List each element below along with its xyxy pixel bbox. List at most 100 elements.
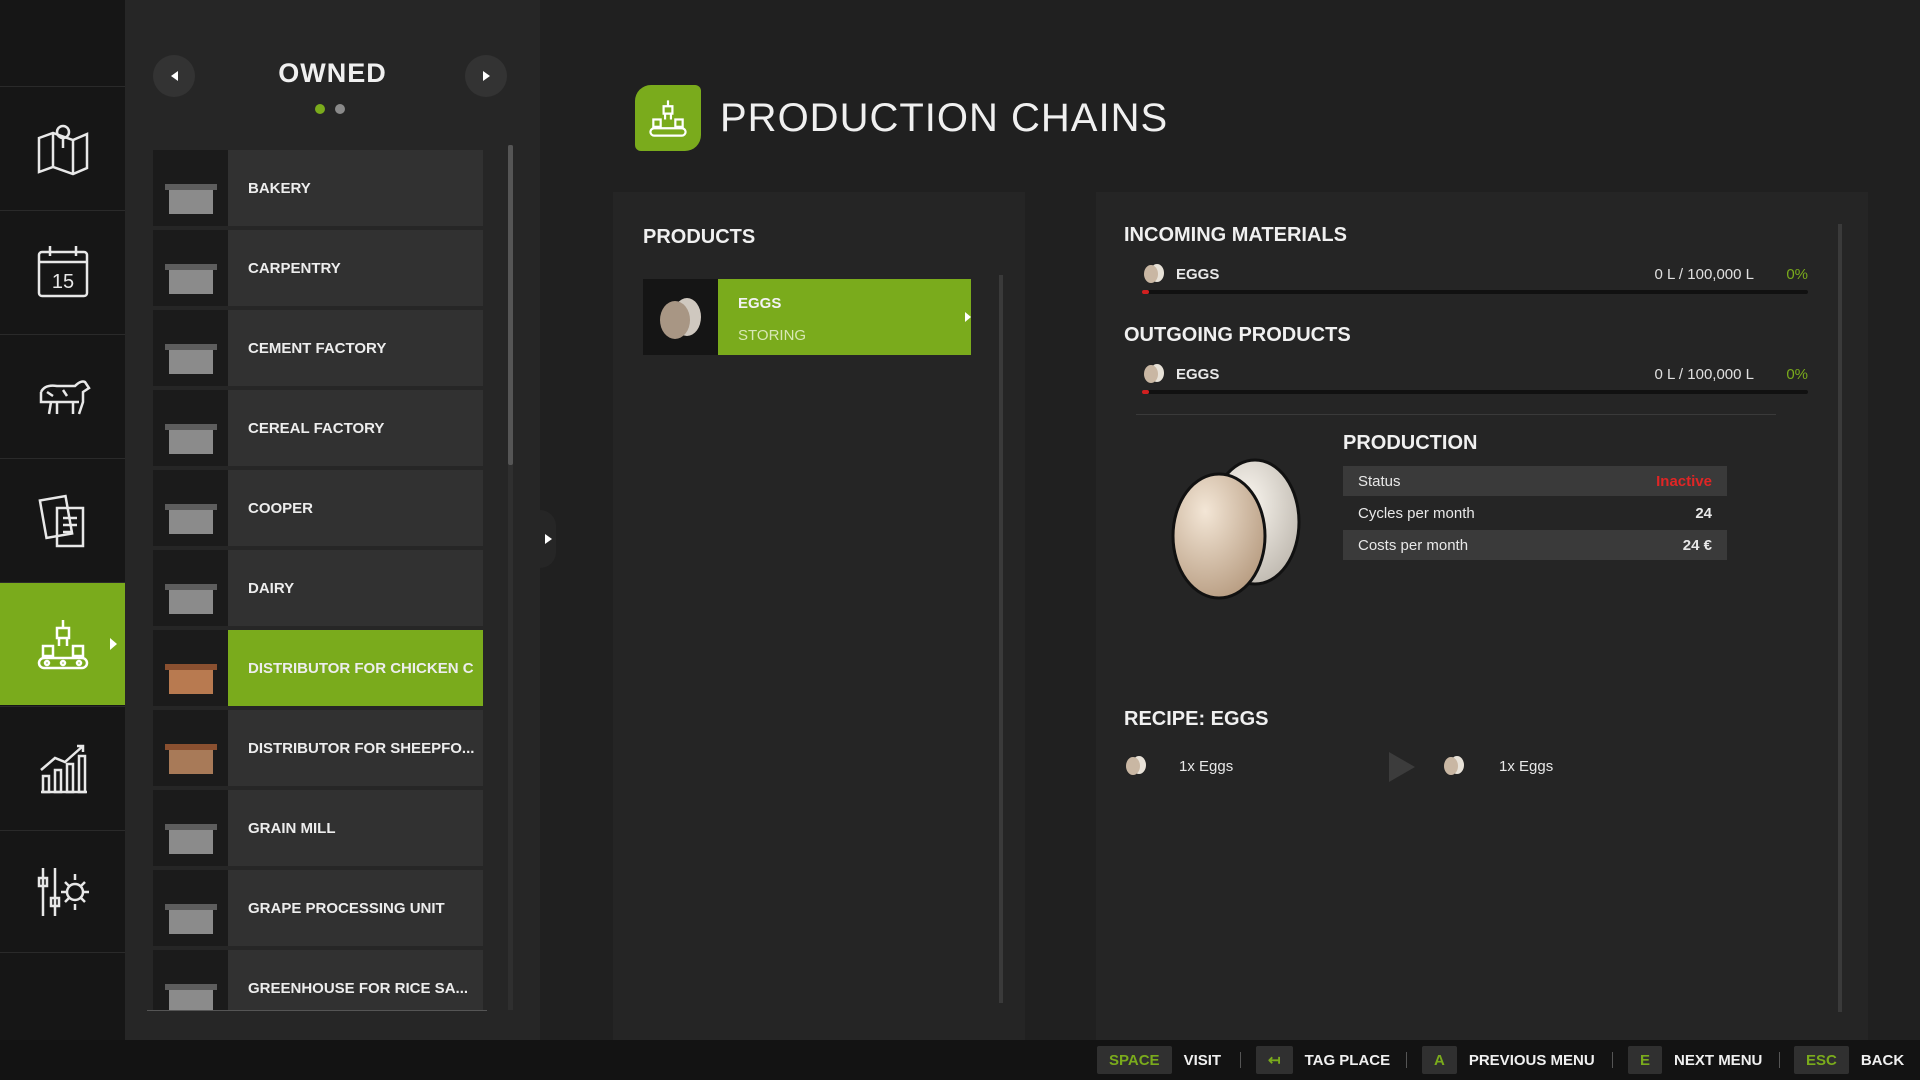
hint-separator [1612, 1052, 1613, 1068]
hint-separator [1406, 1052, 1407, 1068]
hint-tag-place[interactable]: ↤ TAG PLACE [1256, 1046, 1390, 1074]
hint-previous-menu[interactable]: A PREVIOUS MENU [1422, 1046, 1595, 1074]
product-name: EGGS [738, 295, 782, 312]
list-item[interactable]: CEREAL FACTORY [153, 390, 483, 466]
details-panel: INCOMING MATERIALS EGGS 0 L / 100,000 L … [1096, 192, 1868, 1040]
recipe-title: RECIPE: EGGS [1124, 708, 1269, 730]
building-thumbnail [153, 630, 228, 706]
hint-next-menu[interactable]: E NEXT MENU [1628, 1046, 1762, 1074]
hint-separator [1240, 1052, 1241, 1068]
products-title: PRODUCTS [643, 226, 756, 248]
building-thumbnail [153, 710, 228, 786]
incoming-fill-bar [1142, 290, 1808, 294]
cycles-row: Cycles per month 24 [1343, 498, 1727, 528]
outgoing-title: OUTGOING PRODUCTS [1124, 324, 1351, 346]
statistics-icon [39, 744, 87, 794]
list-item-label: DAIRY [248, 579, 295, 597]
material-percent: 0% [1786, 266, 1808, 283]
collapse-list-button[interactable] [540, 510, 556, 568]
eggs-icon [1144, 264, 1164, 283]
hint-label: TAG PLACE [1304, 1051, 1391, 1069]
nav-item-contracts[interactable] [0, 458, 125, 581]
calendar-icon: 15 [37, 246, 88, 298]
key-badge: SPACE [1097, 1046, 1172, 1074]
key-badge: ESC [1794, 1046, 1849, 1074]
nav-item-calendar[interactable]: 15 [0, 210, 125, 333]
list-item[interactable]: BAKERY [153, 150, 483, 226]
eggs-large-icon [1171, 458, 1301, 600]
page-dot-1[interactable] [315, 104, 325, 114]
product-item-eggs[interactable]: EGGS STORING [643, 279, 971, 355]
stat-value: 24 [1695, 504, 1712, 522]
nav-item-statistics[interactable] [0, 706, 125, 829]
svg-text:15: 15 [51, 271, 73, 293]
list-item[interactable]: GRAPE PROCESSING UNIT [153, 870, 483, 946]
arrow-right-icon [544, 534, 552, 544]
input-hints-bar: SPACE VISIT ↤ TAG PLACE A PREVIOUS MENU E NE… [0, 1040, 1920, 1080]
list-item[interactable]: COOPER [153, 470, 483, 546]
recipe-input: 1x Eggs [1179, 758, 1234, 775]
building-thumbnail [153, 950, 228, 1010]
production-chains-screen: 15 OWNED BAKERY CARPENTRY CEMENT FACTORY… [0, 0, 1920, 1080]
list-item[interactable]: CEMENT FACTORY [153, 310, 483, 386]
nav-item-map[interactable] [0, 86, 125, 209]
product-name: EGGS [1176, 366, 1220, 383]
page-indicator [315, 104, 345, 114]
list-item[interactable]: DAIRY [153, 550, 483, 626]
map-icon [37, 124, 88, 176]
list-item[interactable]: CARPENTRY [153, 230, 483, 306]
eggs-icon [643, 279, 718, 355]
stat-label: Status [1358, 472, 1401, 490]
production-icon [37, 620, 88, 670]
hint-separator [1779, 1052, 1780, 1068]
next-page-button[interactable] [465, 55, 507, 97]
nav-active-arrow [110, 638, 117, 650]
owned-list-panel: OWNED BAKERY CARPENTRY CEMENT FACTORY CE… [125, 0, 540, 1040]
building-thumbnail [153, 390, 228, 466]
list-item[interactable]: GREENHOUSE FOR RICE SA... [153, 950, 483, 1010]
product-percent: 0% [1786, 366, 1808, 383]
eggs-icon [1126, 756, 1146, 775]
outgoing-fill-level [1142, 390, 1149, 394]
stat-label: Cycles per month [1358, 504, 1475, 522]
hint-label: PREVIOUS MENU [1468, 1051, 1595, 1069]
list-item[interactable]: DISTRIBUTOR FOR SHEEPFO... [153, 710, 483, 786]
list-item-label: DISTRIBUTOR FOR SHEEPFO... [248, 739, 475, 757]
hint-visit[interactable]: SPACE VISIT [1097, 1046, 1221, 1074]
list-item-selected[interactable]: DISTRIBUTOR FOR CHICKEN C [153, 630, 483, 706]
list-item-label: GRAPE PROCESSING UNIT [248, 899, 445, 917]
costs-row: Costs per month 24 € [1343, 530, 1727, 560]
outgoing-fill-bar [1142, 390, 1808, 394]
key-badge: ↤ [1256, 1046, 1293, 1074]
animals-icon [39, 380, 91, 415]
hint-back[interactable]: ESC BACK [1794, 1046, 1904, 1074]
list-divider [147, 1010, 487, 1011]
stat-value: 24 € [1682, 536, 1712, 554]
details-scrollbar[interactable] [1838, 224, 1842, 1012]
building-thumbnail [153, 870, 228, 946]
nav-item-production[interactable] [0, 582, 125, 705]
arrow-right-icon [482, 71, 490, 81]
stat-label: Costs per month [1358, 536, 1469, 554]
recipe-output: 1x Eggs [1499, 758, 1554, 775]
nav-item-animals[interactable] [0, 334, 125, 457]
play-arrow-icon [1389, 752, 1415, 782]
production-list: BAKERY CARPENTRY CEMENT FACTORY CEREAL F… [153, 150, 483, 1010]
outgoing-product-row: EGGS 0 L / 100,000 L 0% [1142, 362, 1808, 390]
key-badge: A [1422, 1046, 1457, 1074]
material-amount: 0 L / 100,000 L [1654, 266, 1754, 283]
incoming-title: INCOMING MATERIALS [1124, 224, 1347, 246]
list-item-label: GREENHOUSE FOR RICE SA... [248, 979, 469, 997]
main-nav: 15 [0, 0, 125, 1040]
list-item-label: BAKERY [248, 179, 311, 197]
list-item[interactable]: GRAIN MILL [153, 790, 483, 866]
key-badge: E [1628, 1046, 1663, 1074]
building-thumbnail [153, 790, 228, 866]
eggs-icon [1144, 364, 1164, 383]
recipe-row: 1x Eggs 1x Eggs [1124, 750, 1624, 786]
list-scrollbar-thumb[interactable] [508, 145, 513, 465]
page-dot-2[interactable] [335, 104, 345, 114]
products-scrollbar[interactable] [999, 275, 1003, 1003]
production-chains-header-icon [635, 85, 701, 151]
nav-item-settings[interactable] [0, 830, 125, 953]
